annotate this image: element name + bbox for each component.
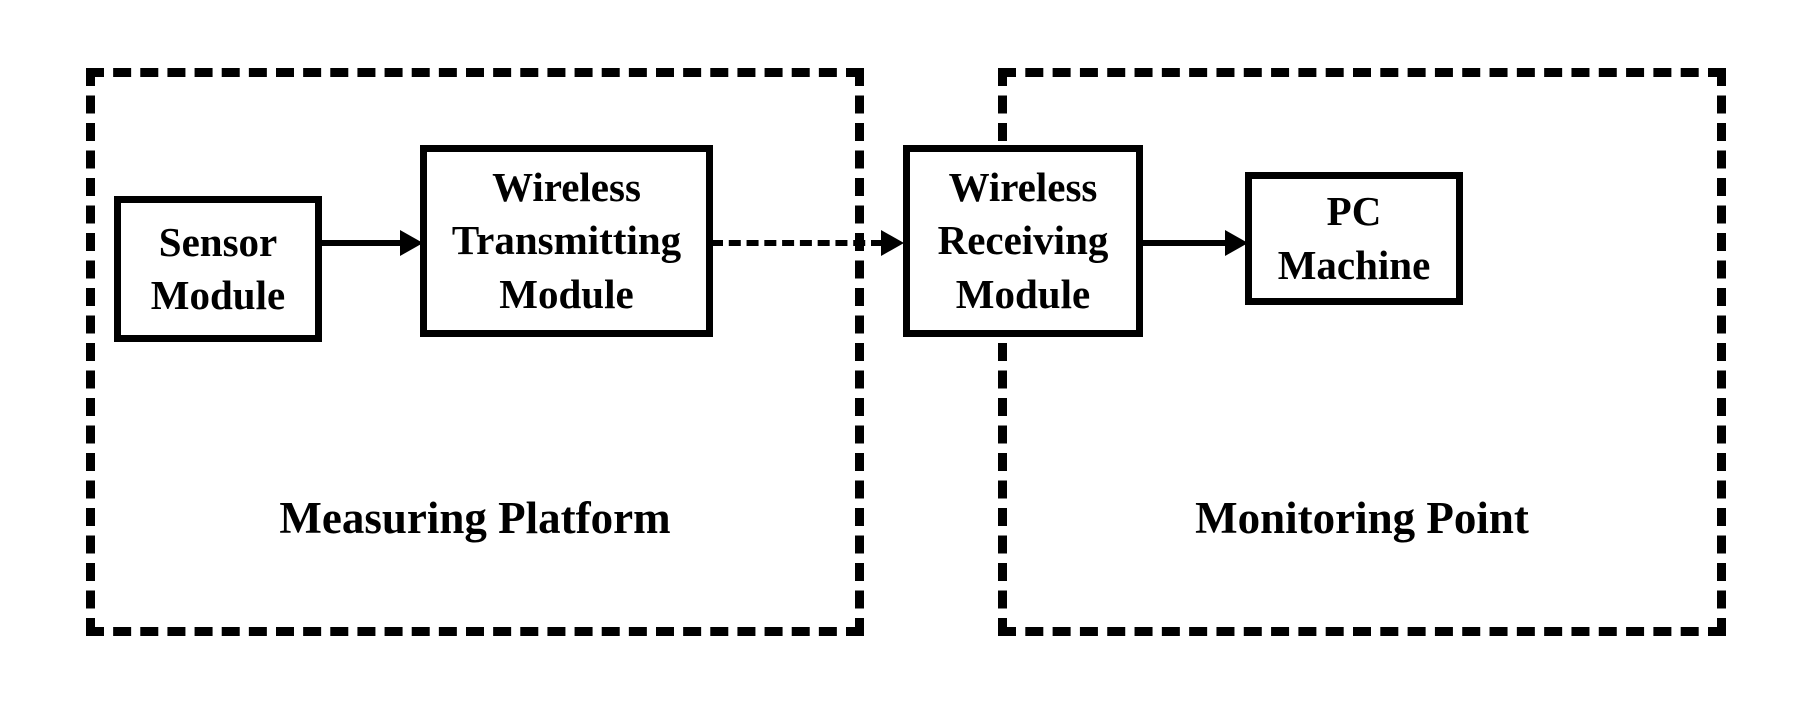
block-diagram-canvas: Sensor Module Wireless Transmitting Modu… <box>0 0 1798 728</box>
node-pc-machine-line-1: PC <box>1326 188 1382 235</box>
node-wireless-receiving-module-line-2: Receiving <box>937 217 1109 264</box>
arrow-sensor-to-transmitter <box>320 228 424 258</box>
node-wireless-transmitting-module-line-2: Transmitting <box>451 217 682 264</box>
arrow-shaft <box>1141 240 1227 246</box>
arrow-transmitter-to-receiver <box>711 228 907 258</box>
arrow-receiver-to-pc <box>1141 228 1249 258</box>
group-label-measuring-platform: Measuring Platform <box>279 493 671 543</box>
node-wireless-transmitting-module-line-3: Module <box>499 270 634 317</box>
node-wireless-transmitting-module: Wireless Transmitting Module <box>420 145 713 337</box>
node-wireless-transmitting-module-line-1: Wireless <box>492 164 641 211</box>
node-wireless-receiving-module-line-1: Wireless <box>948 164 1098 211</box>
arrow-shaft <box>320 240 402 246</box>
node-sensor-module-line-2: Module <box>150 272 286 318</box>
group-label-monitoring-point: Monitoring Point <box>1195 493 1529 543</box>
node-pc-machine-line-2: Machine <box>1277 241 1431 288</box>
node-sensor-module-line-1: Sensor <box>158 218 278 265</box>
node-pc-machine: PC Machine <box>1245 172 1463 305</box>
node-sensor-module: Sensor Module <box>114 196 322 342</box>
arrow-shaft-dashed <box>711 240 883 246</box>
node-wireless-receiving-module-line-3: Module <box>955 270 1091 317</box>
arrowhead-right-icon <box>881 230 904 256</box>
node-wireless-receiving-module: Wireless Receiving Module <box>903 145 1143 337</box>
